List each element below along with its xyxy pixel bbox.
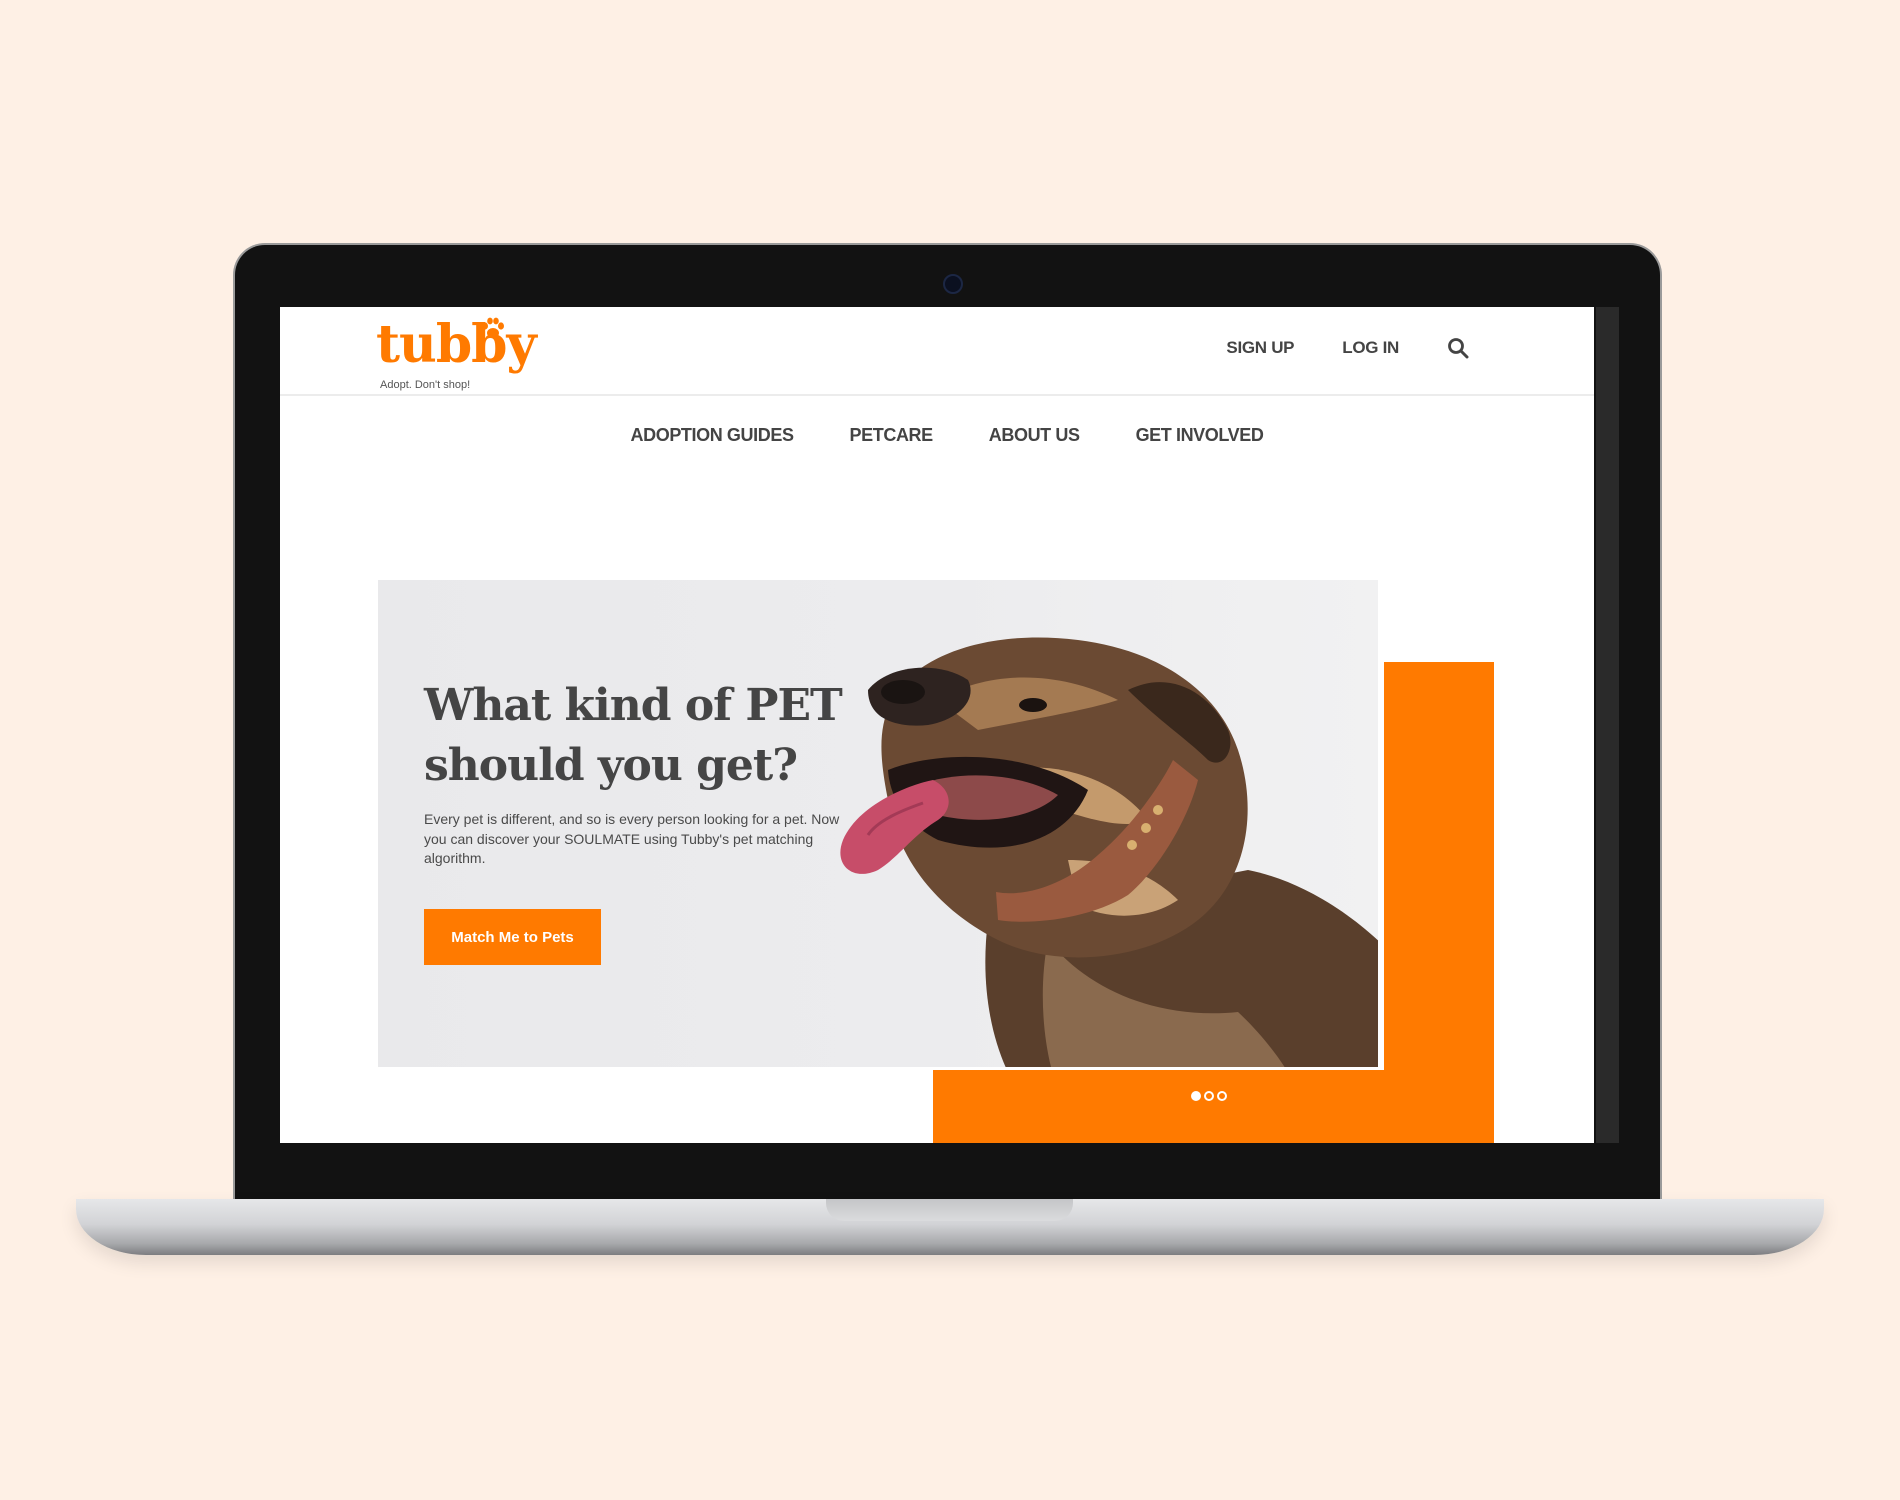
paw-icon xyxy=(482,317,504,338)
dog-photo xyxy=(840,637,1378,1067)
nav-adoption-guides[interactable]: ADOPTION GUIDES xyxy=(631,425,794,446)
header-actions: SIGN UP LOG IN xyxy=(1226,337,1469,359)
logo-wordmark: tubby xyxy=(376,314,537,375)
hero-title-line-2: should you get? xyxy=(424,740,798,791)
laptop-notch xyxy=(826,1199,1073,1221)
scrollbar[interactable] xyxy=(1596,307,1619,1143)
logo-tagline: Adopt. Don't shop! xyxy=(380,379,471,391)
log-in-link[interactable]: LOG IN xyxy=(1342,338,1399,358)
hero-accent-horizontal xyxy=(933,1070,1494,1143)
hero-title: What kind of PET should you get? xyxy=(424,676,844,796)
carousel-indicators xyxy=(1191,1091,1227,1101)
carousel-dot-2[interactable] xyxy=(1204,1091,1214,1101)
site-header: tubby Adopt. Don't shop! SIGN UP LOG IN xyxy=(280,307,1594,396)
search-icon[interactable] xyxy=(1447,337,1469,359)
site-logo[interactable]: tubby Adopt. Don't shop! xyxy=(376,317,537,391)
browser-viewport: tubby Adopt. Don't shop! SIGN UP LOG IN … xyxy=(280,307,1594,1143)
sign-up-link[interactable]: SIGN UP xyxy=(1226,338,1294,358)
webcam-icon xyxy=(943,274,963,294)
hero-banner: What kind of PET should you get? Every p… xyxy=(378,580,1378,1067)
carousel-dot-1[interactable] xyxy=(1191,1091,1201,1101)
main-nav: ADOPTION GUIDES PETCARE ABOUT US GET INV… xyxy=(280,425,1594,446)
carousel-dot-3[interactable] xyxy=(1217,1091,1227,1101)
hero-title-line-1: What kind of PET xyxy=(424,680,843,731)
nav-petcare[interactable]: PETCARE xyxy=(850,425,934,446)
nav-get-involved[interactable]: GET INVOLVED xyxy=(1136,425,1264,446)
match-me-button[interactable]: Match Me to Pets xyxy=(424,909,601,965)
nav-about-us[interactable]: ABOUT US xyxy=(989,425,1080,446)
hero-description: Every pet is different, and so is every … xyxy=(424,811,840,866)
